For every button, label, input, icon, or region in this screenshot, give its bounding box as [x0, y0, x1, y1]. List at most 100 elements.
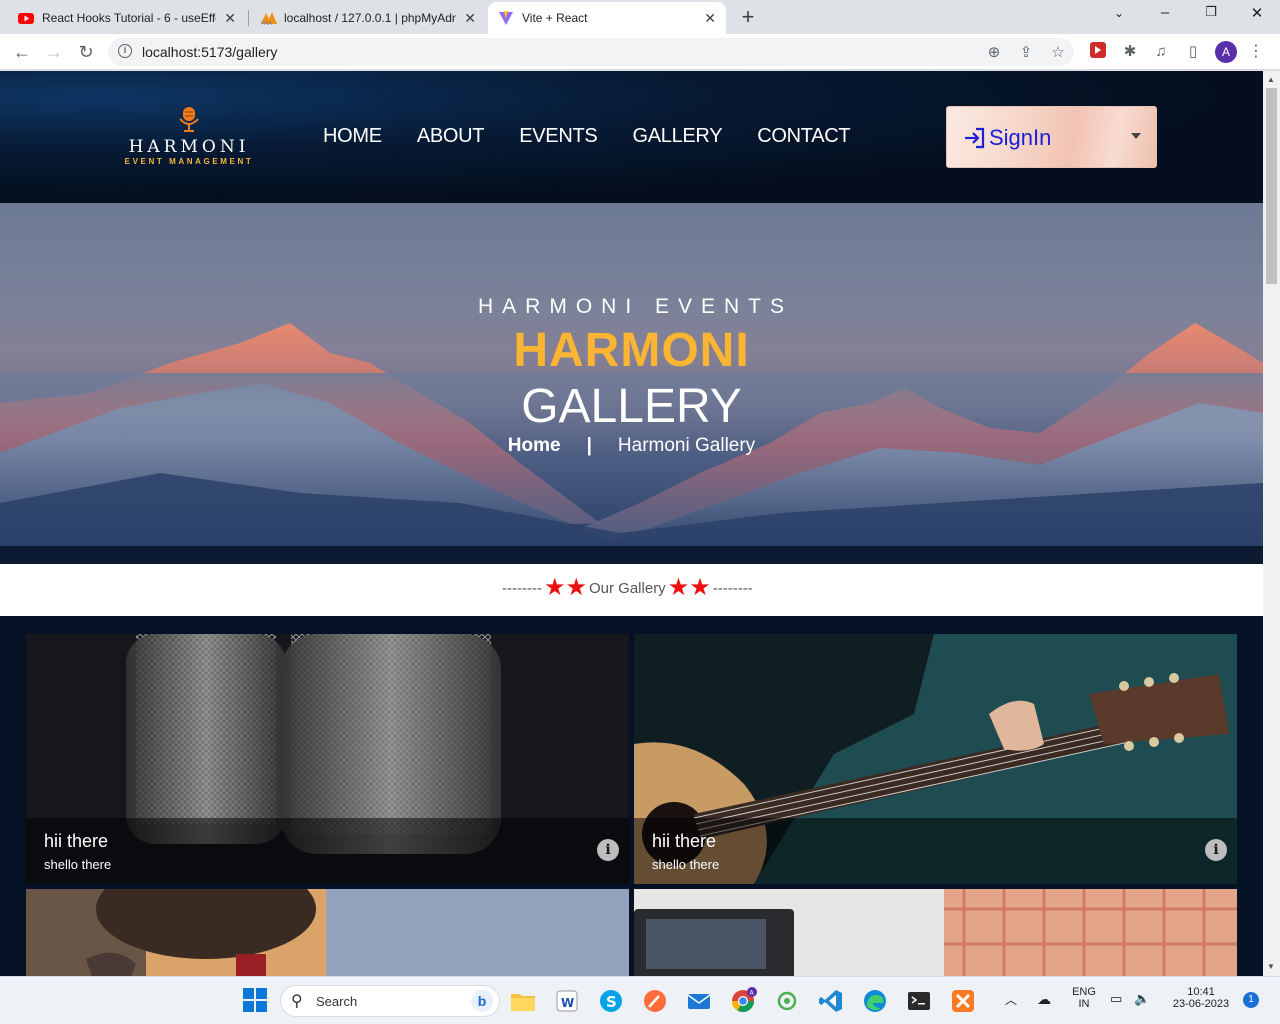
star-icon: ★ — [667, 574, 690, 601]
search-icon: ⚲ — [291, 993, 303, 1010]
tab-title: Vite + React — [522, 11, 588, 25]
extensions-puzzle-icon[interactable]: ✱ — [1119, 41, 1141, 63]
info-icon[interactable]: i — [1205, 839, 1227, 861]
skype-icon[interactable]: S — [597, 987, 625, 1015]
word-pad-icon[interactable]: W — [553, 987, 581, 1015]
site-header: HARMONI EVENT MANAGEMENT HOME ABOUT EVEN… — [0, 71, 1263, 203]
scrollbar-thumb[interactable] — [1266, 88, 1277, 284]
minimize-icon[interactable]: – — [1150, 4, 1180, 21]
gallery-item-caption: hii there shello there i — [26, 818, 629, 884]
language-indicator[interactable]: ENG IN — [1068, 986, 1100, 1010]
signin-label: SignIn — [989, 125, 1052, 150]
nav-home[interactable]: HOME — [323, 125, 382, 148]
gallery-item-caption: hii there shello there i — [634, 818, 1237, 884]
bookmark-star-icon[interactable]: ☆ — [1048, 43, 1068, 63]
login-icon — [965, 127, 985, 149]
bing-icon[interactable]: b — [471, 990, 493, 1012]
nav-gallery[interactable]: GALLERY — [632, 125, 722, 148]
clock-date: 23-06-2023 — [1172, 998, 1230, 1010]
gallery-item-subtitle: shello there — [44, 857, 112, 872]
gallery-item[interactable] — [634, 889, 1237, 976]
phpmyadmin-icon: PMA — [260, 10, 277, 27]
gallery-heading-text: Our Gallery — [589, 579, 666, 597]
gallery-item[interactable]: hii there shello there i — [26, 634, 629, 884]
app-green-icon[interactable] — [773, 987, 801, 1015]
volume-icon[interactable]: 🔈 — [1134, 991, 1150, 1007]
tab-youtube[interactable]: React Hooks Tutorial - 6 - useEffe ✕ — [8, 2, 246, 34]
edge-icon[interactable] — [861, 987, 889, 1015]
logo-brand-text: HARMONI — [128, 137, 250, 157]
nav-about[interactable]: ABOUT — [417, 125, 485, 148]
postman-icon[interactable] — [641, 987, 669, 1015]
notification-badge[interactable]: 1 — [1243, 992, 1259, 1008]
chevron-up-icon[interactable]: ︿ — [1005, 991, 1017, 1008]
vscode-icon[interactable] — [817, 987, 845, 1015]
gallery-item-title: hii there — [652, 831, 717, 851]
heading-dashes-left: -------- — [502, 579, 542, 597]
gallery-item-title: hii there — [44, 831, 109, 851]
cloud-icon[interactable]: ☁ — [1037, 991, 1051, 1008]
close-tab-icon[interactable]: ✕ — [464, 10, 476, 27]
browser-menu-icon[interactable]: ⋮ — [1245, 41, 1267, 63]
scroll-down-icon[interactable]: ▼ — [1267, 962, 1275, 971]
nav-events[interactable]: EVENTS — [519, 125, 598, 148]
reload-icon[interactable]: ↻ — [74, 40, 98, 64]
forward-icon[interactable]: → — [42, 40, 66, 64]
gallery-heading: -------- ★ ★ Our Gallery ★ ★ -------- — [0, 564, 1263, 616]
breadcrumb-home-link[interactable]: Home — [508, 435, 561, 456]
extension-red-icon[interactable] — [1087, 41, 1109, 63]
breadcrumb-separator: | — [586, 435, 592, 456]
media-controls-icon[interactable]: ♫ — [1150, 41, 1172, 63]
clock[interactable]: 10:41 23-06-2023 — [1166, 986, 1236, 1010]
logo-tagline: EVENT MANAGEMENT — [124, 157, 254, 166]
profile-avatar[interactable]: A — [1215, 41, 1237, 63]
hero-title-page: GALLERY — [521, 380, 742, 433]
tab-search-chevron-icon[interactable]: ⌄ — [1104, 6, 1134, 20]
restore-icon[interactable]: ❐ — [1196, 4, 1226, 20]
svg-text:S: S — [606, 993, 617, 1011]
scroll-up-icon[interactable]: ▲ — [1267, 75, 1275, 84]
share-icon[interactable]: ⇪ — [1016, 43, 1036, 63]
star-icon: ★ — [689, 574, 711, 601]
signin-dropdown-button[interactable]: SignIn — [946, 106, 1157, 168]
chevron-down-icon — [1131, 133, 1141, 139]
microphone-logo-icon — [179, 107, 199, 132]
mail-icon[interactable] — [685, 987, 713, 1015]
laptop-plaid-shirt-image — [634, 889, 1237, 976]
clock-time: 10:41 — [1187, 986, 1215, 998]
new-tab-icon[interactable]: + — [736, 4, 760, 30]
taskbar-search[interactable]: ⚲ Search b — [280, 985, 500, 1017]
vite-icon — [498, 10, 514, 26]
chrome-icon[interactable]: A — [729, 987, 757, 1015]
file-explorer-icon[interactable] — [509, 987, 537, 1015]
tab-vite-react[interactable]: Vite + React ✕ — [488, 2, 726, 34]
address-bar[interactable]: i localhost:5173/gallery ⊕ ⇪ ☆ — [108, 38, 1074, 66]
tab-divider — [248, 10, 249, 26]
start-windows-icon[interactable] — [242, 987, 270, 1015]
info-icon[interactable]: i — [597, 839, 619, 861]
close-tab-icon[interactable]: ✕ — [704, 10, 716, 27]
person-wine-image — [26, 889, 629, 976]
close-tab-icon[interactable]: ✕ — [224, 10, 236, 27]
close-window-icon[interactable]: ✕ — [1242, 4, 1272, 22]
language-code: ENG — [1072, 986, 1096, 998]
gallery-item[interactable] — [26, 889, 629, 976]
xampp-icon[interactable] — [949, 987, 977, 1015]
site-logo[interactable]: HARMONI EVENT MANAGEMENT — [104, 107, 274, 167]
nav-contact[interactable]: CONTACT — [757, 125, 850, 148]
hero-bottom-strip — [0, 546, 1263, 564]
tab-phpmyadmin[interactable]: PMA localhost / 127.0.0.1 | phpMyAdm ✕ — [250, 2, 486, 34]
side-panel-icon[interactable]: ▯ — [1182, 41, 1204, 63]
language-region: IN — [1078, 998, 1090, 1010]
back-icon[interactable]: ← — [10, 40, 34, 64]
network-icon[interactable]: ▭ — [1110, 991, 1122, 1007]
page-scrollbar[interactable]: ▲ ▼ — [1263, 71, 1280, 976]
site-info-icon[interactable]: i — [118, 44, 132, 58]
gallery-item[interactable]: hii there shello there i — [634, 634, 1237, 884]
terminal-icon[interactable] — [905, 987, 933, 1015]
zoom-icon[interactable]: ⊕ — [984, 43, 1004, 63]
tab-title: React Hooks Tutorial - 6 - useEffe — [42, 11, 217, 25]
youtube-icon — [18, 10, 34, 26]
gallery-item-subtitle: shello there — [652, 857, 720, 872]
taskbar-search-placeholder: Search — [316, 994, 358, 1009]
